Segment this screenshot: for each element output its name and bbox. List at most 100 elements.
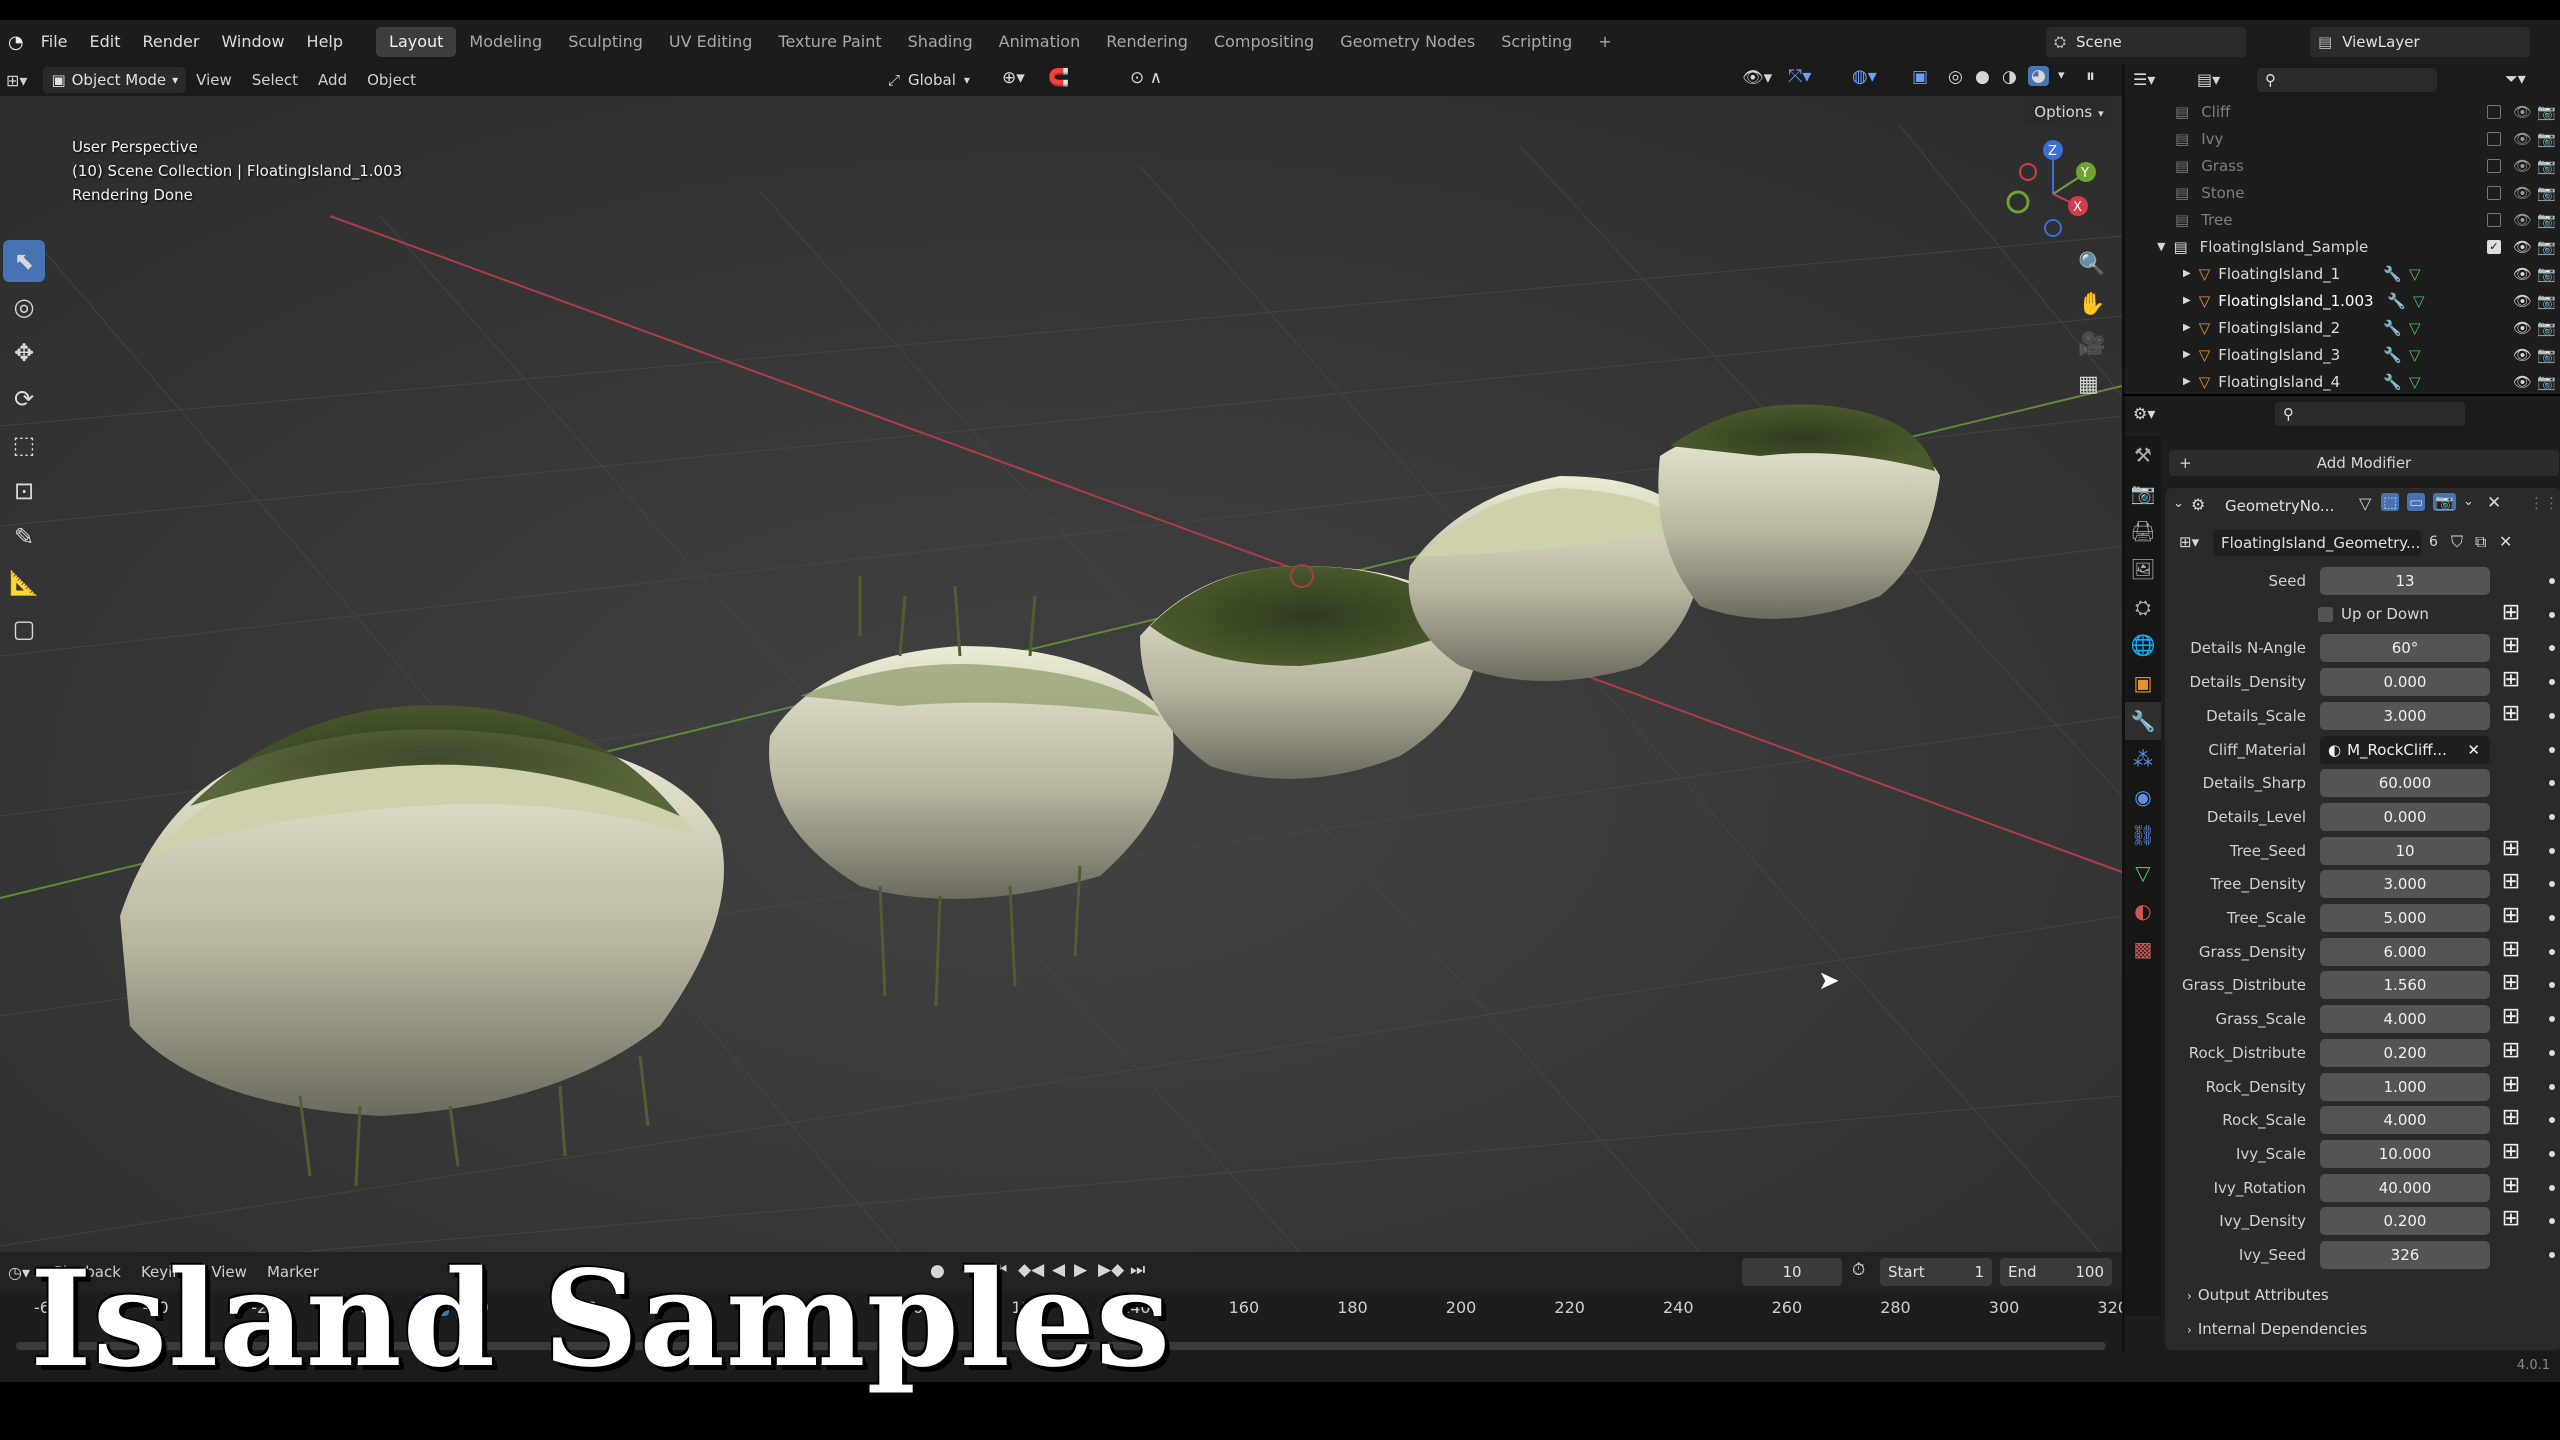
attribute-toggle-icon[interactable]: ⊞	[2500, 1107, 2522, 1130]
transform-tool-icon[interactable]: ⊡	[3, 470, 45, 512]
keyframe-dot-icon[interactable]	[2549, 1083, 2555, 1090]
measure-tool-icon[interactable]: 📐	[3, 562, 45, 604]
modifier-wrench-icon[interactable]: 🔧	[2383, 373, 2402, 391]
camera-view-icon[interactable]: 🎥	[2078, 332, 2105, 357]
attribute-toggle-icon[interactable]: ⊞	[2500, 837, 2522, 861]
mesh-data-icon[interactable]: ▽	[2409, 373, 2421, 391]
tab-rendering[interactable]: Rendering	[1093, 27, 1201, 57]
eye-icon[interactable]: 👁	[2513, 184, 2532, 202]
attribute-toggle-icon[interactable]	[2500, 805, 2522, 827]
keyframe-dot-icon[interactable]	[2549, 813, 2555, 820]
outliner-collection[interactable]: ▼ ▤ FloatingIsland_Sample ✓ 👁 📷	[2125, 233, 2560, 260]
mesh-data-icon[interactable]: ▽	[2409, 319, 2421, 337]
add-cube-tool-icon[interactable]: ▢	[3, 608, 45, 650]
output-attributes-panel[interactable]: › Output Attributes	[2187, 1286, 2329, 1304]
expand-chevron-icon[interactable]: ▶	[2183, 322, 2191, 333]
add-workspace-button[interactable]: +	[1585, 27, 1624, 57]
outliner-object[interactable]: ▶ ▽ FloatingIsland_1.003 🔧 ▽ 👁 📷	[2125, 287, 2560, 314]
keyframe-dot-icon[interactable]	[2549, 1016, 2555, 1023]
eye-icon[interactable]: 👁	[2513, 103, 2532, 121]
internal-dependencies-panel[interactable]: › Internal Dependencies	[2187, 1320, 2367, 1338]
camera-icon[interactable]: 📷	[2537, 103, 2556, 121]
input-value-field[interactable]: 10.000	[2320, 1139, 2490, 1168]
tab-uv-editing[interactable]: UV Editing	[656, 27, 765, 57]
input-value-field[interactable]: 10	[2320, 836, 2490, 865]
view-layer-selector[interactable]: ▤ ViewLayer	[2310, 27, 2530, 57]
properties-editor-icon[interactable]: ⚙▾	[2133, 404, 2155, 423]
move-tool-icon[interactable]: ✥	[3, 332, 45, 374]
keyframe-dot-icon[interactable]	[2549, 1117, 2555, 1124]
attribute-toggle-icon[interactable]: ⊞	[2500, 601, 2522, 625]
tab-layout[interactable]: Layout	[376, 27, 457, 57]
mesh-data-icon[interactable]: ▽	[2409, 265, 2421, 283]
outliner-search-input[interactable]: ⚲	[2257, 68, 2437, 92]
viewport-display-icon[interactable]: ▭	[2407, 493, 2426, 511]
physics-tab-icon[interactable]: ◉	[2125, 778, 2161, 816]
scene-tab-icon[interactable]: ⛭	[2125, 588, 2161, 626]
eye-icon[interactable]: 👁	[2513, 265, 2532, 283]
input-value-field[interactable]: 60.000	[2320, 769, 2490, 798]
input-value-field[interactable]: 60°	[2320, 634, 2490, 663]
camera-icon[interactable]: 📷	[2537, 373, 2556, 391]
camera-icon[interactable]: 📷	[2537, 157, 2556, 175]
eye-icon[interactable]: 👁	[2513, 292, 2532, 310]
attribute-toggle-icon[interactable]: ⊞	[2500, 1073, 2522, 1097]
world-tab-icon[interactable]: 🌐	[2125, 626, 2161, 664]
particles-tab-icon[interactable]: ⁂	[2125, 740, 2161, 778]
outliner-item-grass[interactable]: ▤ Grass 👁 📷	[2125, 152, 2560, 179]
object-tab-icon[interactable]: ▣	[2125, 664, 2161, 702]
attribute-toggle-icon[interactable]: ⊞	[2500, 1140, 2522, 1164]
view-layer-tab-icon[interactable]: 🖼	[2125, 550, 2161, 588]
select-menu[interactable]: Select	[242, 71, 308, 89]
shading-material-icon[interactable]: ◑	[2002, 67, 2017, 87]
menu-help[interactable]: Help	[296, 20, 354, 64]
node-tree-icon[interactable]: ⊞▾	[2179, 533, 2199, 551]
camera-icon[interactable]: 📷	[2537, 184, 2556, 202]
attribute-toggle-icon[interactable]: ⊞	[2500, 1174, 2522, 1198]
add-menu[interactable]: Add	[308, 71, 357, 89]
mesh-data-icon[interactable]: ▽	[2413, 292, 2425, 310]
exclude-checkbox[interactable]	[2487, 158, 2501, 173]
expand-chevron-icon[interactable]: ▼	[2157, 240, 2165, 253]
modifier-wrench-icon[interactable]: 🔧	[2383, 319, 2402, 337]
expand-chevron-icon[interactable]: ▶	[2183, 295, 2191, 306]
modifier-menu-chevron-icon[interactable]: ⌄	[2463, 494, 2474, 509]
options-dropdown[interactable]: Options ▾	[2024, 98, 2114, 126]
keyframe-dot-icon[interactable]	[2549, 578, 2555, 584]
editmode-display-icon[interactable]: ⬚	[2381, 493, 2400, 511]
viewport-scene[interactable]	[0, 96, 2122, 1252]
input-value-field[interactable]: 3.000	[2320, 870, 2490, 899]
navigation-gizmo[interactable]: Z Y X	[1998, 136, 2108, 246]
input-value-field[interactable]: 6.000	[2320, 937, 2490, 966]
outliner-object[interactable]: ▶ ▽ FloatingIsland_3 🔧 ▽ 👁 📷	[2125, 341, 2560, 368]
duplicate-icon[interactable]: ⧉	[2475, 532, 2486, 552]
shading-wireframe-icon[interactable]: ◎	[1948, 67, 1963, 87]
keyframe-dot-icon[interactable]	[2549, 679, 2555, 686]
tab-compositing[interactable]: Compositing	[1201, 27, 1327, 57]
input-value-field[interactable]: 0.200	[2320, 1207, 2490, 1236]
tool-tab-icon[interactable]: ⚒	[2125, 436, 2161, 474]
remove-modifier-icon[interactable]: ✕	[2487, 493, 2501, 513]
rotate-tool-icon[interactable]: ⟳	[3, 378, 45, 420]
exclude-checkbox[interactable]	[2487, 185, 2501, 200]
camera-icon[interactable]: 📷	[2537, 346, 2556, 364]
filter-icon[interactable]: ⏷▾	[2505, 69, 2526, 89]
eye-icon[interactable]: 👁	[2513, 238, 2532, 256]
shading-solid-icon[interactable]: ●	[1975, 67, 1990, 87]
outliner-object[interactable]: ▶ ▽ FloatingIsland_2 🔧 ▽ 👁 📷	[2125, 314, 2560, 341]
camera-icon[interactable]: 📷	[2537, 319, 2556, 337]
orientation-selector[interactable]: ⤢ Global ▾	[888, 67, 970, 93]
expand-chevron-icon[interactable]: ▶	[2183, 376, 2191, 387]
outliner-item-ivy[interactable]: ▤ Ivy 👁 📷	[2125, 125, 2560, 152]
annotate-tool-icon[interactable]: ✎	[3, 516, 45, 558]
constraints-tab-icon[interactable]: ⛓	[2125, 816, 2161, 854]
expand-chevron-icon[interactable]: ▶	[2183, 268, 2191, 279]
render-display-icon[interactable]: 📷	[2433, 493, 2456, 511]
keyframe-dot-icon[interactable]	[2549, 746, 2555, 753]
outliner-object[interactable]: ▶ ▽ FloatingIsland_4 🔧 ▽ 👁 📷	[2125, 368, 2560, 395]
exclude-checkbox[interactable]	[2487, 212, 2501, 227]
keyframe-dot-icon[interactable]	[2549, 611, 2555, 618]
keyframe-dot-icon[interactable]	[2549, 780, 2555, 787]
input-value-field[interactable]: 0.200	[2320, 1038, 2490, 1067]
node-group-field[interactable]: FloatingIsland_Geometry...	[2213, 530, 2421, 556]
